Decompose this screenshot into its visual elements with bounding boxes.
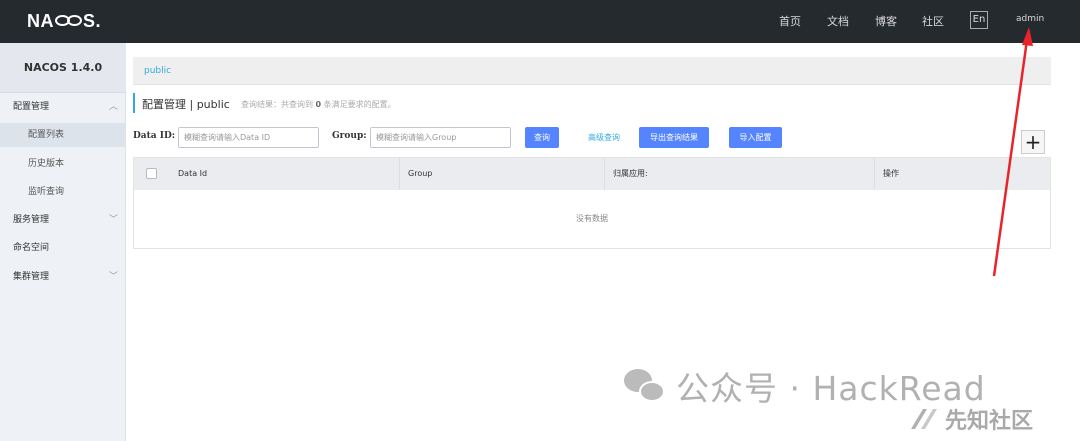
sidebar-item-label: 配置列表 <box>28 130 65 140</box>
select-all-checkbox[interactable] <box>146 168 157 179</box>
xianzhi-watermark-text: 先知社区 <box>945 409 1034 434</box>
chevron-up-icon: ︿ <box>108 102 118 112</box>
namespace-public-link[interactable]: public <box>144 66 171 76</box>
query-result-count: 0 <box>315 100 322 109</box>
sidebar-version-title: NACOS 1.4.0 <box>0 43 126 93</box>
advanced-query-link[interactable]: 高级查询 <box>588 132 620 143</box>
add-config-button[interactable]: + <box>1021 130 1045 154</box>
data-id-label: Data ID: <box>133 131 176 141</box>
sidebar-item-label: 监听查询 <box>28 187 65 197</box>
chevron-down-icon: ﹀ <box>108 272 118 282</box>
nacos-logo[interactable]: NA S. <box>27 11 101 31</box>
table-header: Data Id Group 归属应用: 操作 <box>134 158 1050 190</box>
import-config-button[interactable]: 导入配置 <box>729 127 782 148</box>
sidebar-item-label: 历史版本 <box>28 159 65 169</box>
sidebar-item-label: 集群管理 <box>13 272 50 282</box>
export-results-button[interactable]: 导出查询结果 <box>639 127 709 148</box>
sidebar: NACOS 1.4.0 配置管理 ︿ 配置列表 历史版本 监听查询 服务管理 ﹀… <box>0 43 126 441</box>
data-id-input[interactable]: 模糊查询请输入Data ID <box>178 127 319 148</box>
query-button[interactable]: 查询 <box>525 127 559 148</box>
sidebar-item-listener-query[interactable]: 监听查询 <box>0 180 126 204</box>
title-accent-bar <box>133 93 135 113</box>
sidebar-item-config-management[interactable]: 配置管理 ︿ <box>0 95 126 119</box>
top-navbar: NA S. 首页 文档 博客 社区 En admin <box>0 0 1080 43</box>
config-table: Data Id Group 归属应用: 操作 没有数据 <box>133 157 1051 249</box>
namespace-breadcrumb: public <box>133 57 1051 85</box>
xianzhi-watermark: 先知社区 <box>909 403 1033 435</box>
wechat-icon <box>624 367 666 405</box>
nav-community[interactable]: 社区 <box>922 13 944 29</box>
sidebar-item-namespace[interactable]: 命名空间 <box>0 236 126 260</box>
sidebar-item-config-list[interactable]: 配置列表 <box>0 123 126 147</box>
column-header-actions: 操作 <box>874 158 1050 190</box>
column-header-app: 归属应用: <box>604 158 872 190</box>
sidebar-item-label: 配置管理 <box>13 102 50 112</box>
query-result-summary: 查询结果：共查询到 0 条满足要求的配置。 <box>241 99 396 110</box>
nav-docs[interactable]: 文档 <box>827 13 849 29</box>
sidebar-item-label: 命名空间 <box>13 243 50 253</box>
language-switch-button[interactable]: En <box>970 11 988 29</box>
column-header-group: Group <box>399 158 602 190</box>
sidebar-item-cluster-management[interactable]: 集群管理 ﹀ <box>0 265 126 289</box>
user-menu[interactable]: admin <box>1016 14 1044 24</box>
group-input[interactable]: 模糊查询请输入Group <box>370 127 511 148</box>
sidebar-item-history[interactable]: 历史版本 <box>0 152 126 176</box>
logo-text: NA S. <box>27 10 102 31</box>
query-result-prefix: 查询结果：共查询到 <box>241 100 313 109</box>
nav-home[interactable]: 首页 <box>779 13 801 29</box>
chevron-down-icon: ﹀ <box>108 215 118 225</box>
xianzhi-logo-icon <box>911 409 937 429</box>
query-result-suffix: 条满足要求的配置。 <box>323 100 396 109</box>
group-label: Group: <box>332 131 367 141</box>
sidebar-item-service-management[interactable]: 服务管理 ﹀ <box>0 208 126 232</box>
page-title: 配置管理 | public <box>142 98 230 111</box>
table-empty-message: 没有数据 <box>576 214 608 223</box>
sidebar-item-label: 服务管理 <box>13 215 50 225</box>
column-header-data-id: Data Id <box>178 169 208 178</box>
nav-blog[interactable]: 博客 <box>875 13 897 29</box>
